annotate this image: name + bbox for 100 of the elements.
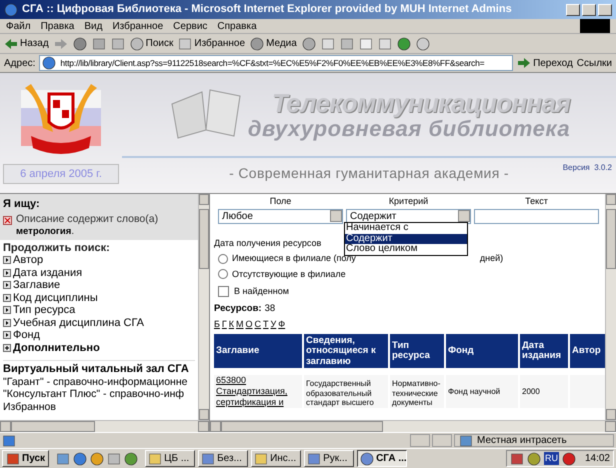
remove-icon[interactable] — [3, 216, 12, 224]
radio-label: Отсутствующие в филиале — [232, 268, 346, 281]
letter-link[interactable]: Б — [214, 318, 220, 332]
reading-room-link[interactable]: Избраннов — [3, 400, 195, 413]
search-field-link[interactable]: Автор — [3, 254, 195, 266]
banner-subtitle: двухуровневая библиотека — [248, 116, 570, 140]
date-text: 6 апреля 2005 г. — [20, 166, 102, 182]
vertical-scrollbar[interactable] — [198, 194, 209, 420]
vertical-scrollbar[interactable] — [605, 194, 616, 420]
search-field-link[interactable]: Код дисциплины — [3, 292, 195, 304]
toolbar-button[interactable]: Медиа — [250, 36, 297, 51]
back-arrow-icon — [4, 36, 18, 50]
letter-link[interactable]: У — [270, 318, 276, 332]
dropdown-option[interactable]: Слово целиком — [345, 244, 467, 254]
plus-icon — [3, 344, 11, 352]
letter-link[interactable]: Ф — [278, 318, 286, 332]
menu-item[interactable]: Файл — [6, 18, 31, 34]
taskbar-button[interactable]: СГА ... — [357, 450, 408, 467]
column-header[interactable]: Автор — [570, 334, 605, 368]
go-button[interactable]: Переход — [517, 56, 573, 70]
forward-arrow-icon — [54, 36, 68, 50]
column-header[interactable]: Тип ресурса — [390, 334, 444, 368]
radio-button[interactable] — [218, 254, 228, 264]
clock: 14:02 — [584, 452, 610, 466]
banner-title: Телекоммуникационная — [272, 88, 570, 116]
table-cell — [570, 375, 605, 408]
menu-item[interactable]: Сервис — [173, 18, 208, 34]
menu-item[interactable]: Правка — [40, 18, 74, 34]
security-zone: Местная интрасеть — [477, 434, 567, 448]
window-title: СГА :: Цифровая Библиотека - Microsoft Internet Explorer provided by MUH Internet Admins — [22, 2, 512, 18]
dropdown-option[interactable]: Содержит — [345, 234, 467, 244]
go-arrow-icon — [517, 56, 532, 70]
search-field-link[interactable]: Заглавие — [3, 279, 195, 292]
search-field-link[interactable]: Дополнительно — [3, 342, 195, 354]
menu-item[interactable]: Справка — [217, 18, 257, 34]
query-text: Описание содержит слово(а) метрология. — [16, 212, 160, 238]
start-button[interactable]: Пуск — [2, 450, 50, 467]
search-field-link[interactable]: Тип ресурса — [3, 304, 195, 316]
text-label: Текст — [524, 195, 549, 208]
minimize-button[interactable] — [566, 4, 580, 16]
horizontal-scrollbar[interactable] — [0, 420, 209, 432]
version-text: Версия 3.0.2 — [562, 162, 612, 174]
links-label[interactable]: Ссылки — [576, 56, 612, 70]
checkbox[interactable] — [218, 286, 229, 298]
criterion-select[interactable]: Содержит — [346, 208, 471, 224]
checkbox-label: В найденном — [234, 285, 289, 298]
academy-title: - Современная гуманитарная академия - — [229, 164, 509, 183]
letter-link[interactable]: К — [228, 318, 234, 332]
table-cell: Нормативно-технические документы — [390, 375, 444, 408]
close-button[interactable] — [598, 4, 612, 16]
address-field[interactable]: http://lib/library/Client.asp?ss=91122518search=%CF&stxt=%EC%E5%F2%F0%EE%EB%EE%E3%E8%FF&search= — [39, 55, 514, 71]
arrow-bullet-icon — [3, 268, 11, 277]
arrow-bullet-icon — [3, 294, 11, 302]
language-indicator[interactable]: RU — [544, 452, 559, 466]
continue-search-title: Продолжить поиск: — [3, 242, 111, 254]
reading-room-link[interactable]: "Консультант Плюс" - справочно-инф — [3, 388, 195, 400]
address-label: Адрес: — [4, 56, 36, 70]
table-cell: Фонд научной — [446, 375, 518, 408]
toolbar-button[interactable]: Назад — [4, 36, 49, 51]
letter-link[interactable]: М — [236, 318, 244, 332]
reading-room-link[interactable]: "Гарант" - справочно-информационне — [3, 376, 195, 388]
taskbar-button[interactable]: Инс... — [251, 450, 302, 467]
table-cell: 2000 — [520, 375, 568, 408]
letter-link[interactable]: С — [254, 318, 262, 332]
taskbar-button[interactable]: ЦБ ... — [145, 450, 196, 467]
letter-link[interactable]: Г — [222, 318, 227, 332]
letter-link[interactable]: Т — [263, 318, 269, 332]
field-select[interactable]: Любое — [218, 208, 343, 224]
toolbar-button[interactable]: Избранное — [178, 36, 246, 51]
resource-count: 38 — [264, 302, 276, 316]
dropdown-option[interactable]: Начинается с — [345, 223, 467, 234]
toolbar-button[interactable]: Поиск — [130, 36, 174, 51]
search-text-field[interactable] — [474, 208, 599, 224]
search-field-link[interactable]: Дата издания — [3, 266, 195, 279]
date-received-label: Дата получения ресурсов — [214, 236, 322, 250]
menu-item[interactable]: Вид — [84, 18, 102, 34]
column-header[interactable]: Заглавие — [214, 334, 302, 368]
query-title: Я ищу: — [3, 197, 41, 212]
taskbar-button[interactable]: Без... — [198, 450, 248, 467]
maximize-button[interactable] — [582, 4, 596, 16]
status-panel — [410, 434, 430, 447]
resource-count-label: Ресурсов: — [214, 302, 262, 316]
title-link[interactable]: 653800 Стандартизация, сертификация и — [214, 375, 302, 408]
reading-room-title: Виртуальный читальный зал СГА — [3, 363, 190, 376]
column-header[interactable]: Дата издания — [520, 334, 568, 368]
taskbar-button[interactable]: Рук... — [304, 450, 354, 467]
arrow-bullet-icon — [3, 331, 11, 340]
menu-item[interactable]: Избранное — [112, 18, 164, 34]
status-panel — [432, 434, 452, 447]
arrow-bullet-icon — [3, 318, 11, 327]
search-field-link[interactable]: Учебная дисциплина СГА — [3, 316, 195, 329]
radio-button[interactable] — [218, 269, 228, 280]
column-header[interactable]: Сведения, относящиеся к заглавию — [304, 334, 388, 368]
letter-link[interactable]: О — [246, 318, 253, 332]
column-header[interactable]: Фонд — [446, 334, 518, 368]
search-field-link[interactable]: Фонд — [3, 329, 195, 342]
arrow-bullet-icon — [3, 306, 11, 314]
arrow-bullet-icon — [3, 281, 11, 290]
horizontal-scrollbar[interactable] — [210, 420, 616, 432]
criterion-label: Критерий — [388, 195, 430, 208]
